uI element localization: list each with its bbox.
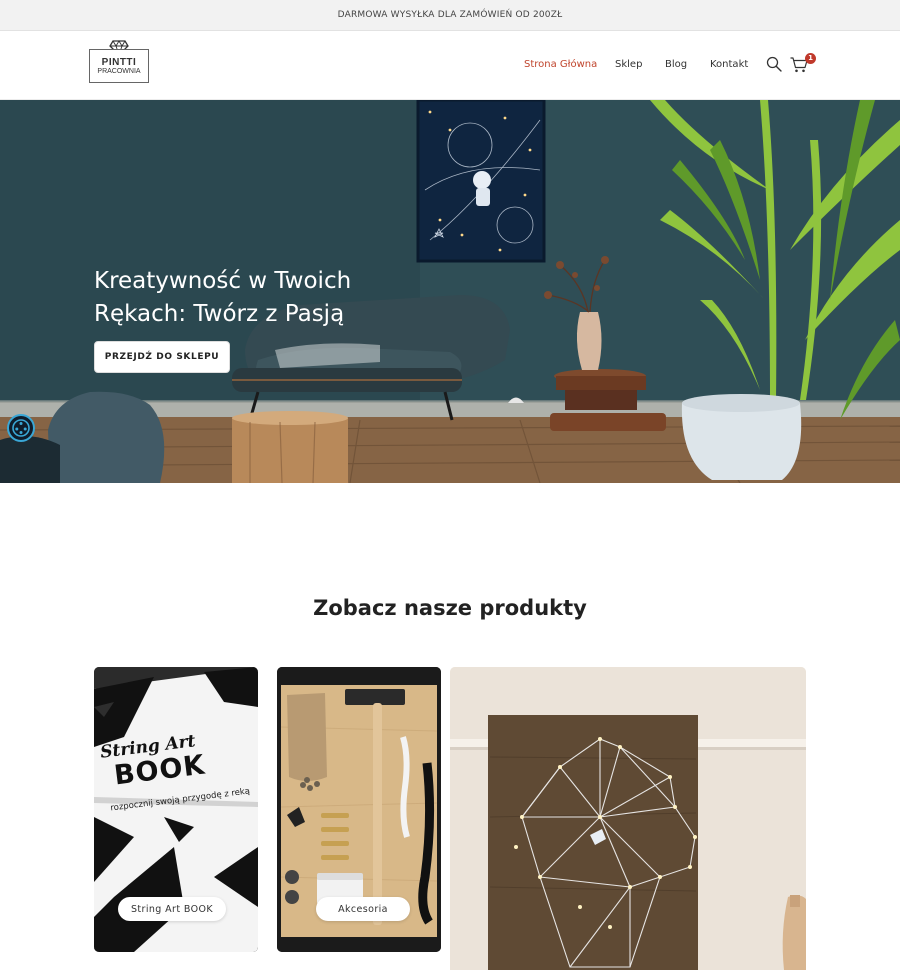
logo-text-secondary: PRACOWNIA [97,68,141,75]
nav-item-contact[interactable]: Kontakt [710,59,748,70]
logo[interactable]: PINTTI PRACOWNIA [89,40,149,85]
logo-text-primary: PINTTI [101,57,137,68]
announcement-bar: DARMOWA WYSYŁKA DLA ZAMÓWIEŃ OD 200ZŁ [0,0,900,31]
product-card-string-art-book[interactable]: String Art BOOK rozpocznij swoją przygod… [94,667,258,952]
site-header: PINTTI PRACOWNIA Strona Główna Sklep Blo… [0,31,900,100]
accessories-label[interactable]: Akcesoria [316,897,410,921]
horse-string-art-image [450,667,806,970]
product-card-accessories[interactable]: Akcesoria [277,667,441,952]
announcement-text: DARMOWA WYSYŁKA DLA ZAMÓWIEŃ OD 200ZŁ [337,10,563,20]
search-icon[interactable] [766,56,782,72]
shop-now-button[interactable]: PRZEJDŹ DO SKLEPU [94,341,230,373]
nav-item-shop[interactable]: Sklep [615,59,642,70]
accessibility-icon[interactable] [7,414,35,442]
product-card-horse-string-art[interactable] [450,667,806,970]
hero-banner: Kreatywność w Twoich Rękach: Twórz z Pas… [0,100,900,483]
nav-item-home[interactable]: Strona Główna [524,59,597,70]
nav-item-blog[interactable]: Blog [665,59,687,70]
hero-title: Kreatywność w Twoich Rękach: Twórz z Pas… [94,268,352,327]
products-section-title: Zobacz nasze produkty [313,596,587,620]
string-art-book-label[interactable]: String Art BOOK [118,897,226,921]
cart-count-badge: 1 [805,53,816,64]
